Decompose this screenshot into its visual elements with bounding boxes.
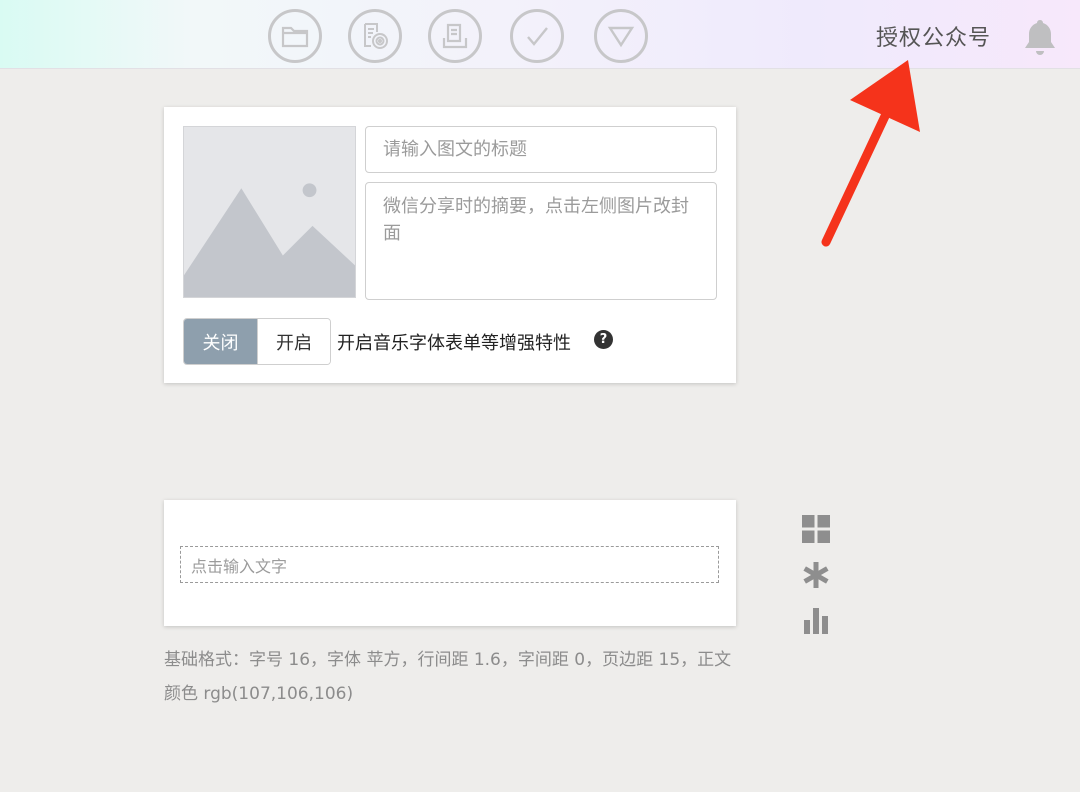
red-arrow-annotation [821, 60, 920, 247]
article-settings-card: 关闭 开启 开启音乐字体表单等增强特性 ? [164, 107, 736, 383]
bell-icon[interactable] [1022, 18, 1058, 56]
image-placeholder-icon [184, 127, 355, 297]
check-icon [527, 27, 548, 46]
article-title-input[interactable] [365, 126, 717, 173]
clipboard-button[interactable] [428, 9, 482, 63]
text-editor-card: 点击输入文字 [164, 500, 736, 626]
base-format-info: 基础格式：字号 16，字体 苹方，行间距 1.6，字间距 0，页边距 15，正文… [164, 650, 732, 704]
text-input-area[interactable]: 点击输入文字 [180, 546, 719, 583]
authorize-account-link[interactable]: 授权公众号 [876, 20, 991, 52]
folder-icon [281, 26, 309, 48]
preview-icon [364, 23, 388, 49]
asterisk-icon[interactable] [801, 560, 831, 590]
grid-icon[interactable] [801, 514, 831, 544]
text-input-placeholder: 点击输入文字 [191, 556, 288, 576]
enhance-features-label: 开启音乐字体表单等增强特性 [337, 333, 571, 354]
article-summary-input[interactable] [365, 182, 717, 300]
enhance-toggle: 关闭 开启 [183, 318, 331, 365]
preview-button[interactable] [348, 9, 402, 63]
bar-chart-icon[interactable] [801, 606, 831, 636]
dropdown-button[interactable] [594, 9, 648, 63]
triangle-down-icon [607, 26, 635, 48]
check-button[interactable] [510, 9, 564, 63]
folder-button[interactable] [268, 9, 322, 63]
clipboard-icon [442, 23, 468, 49]
toggle-on-button[interactable]: 开启 [257, 319, 330, 364]
toggle-off-button[interactable]: 关闭 [184, 319, 257, 364]
help-icon[interactable]: ? [594, 330, 613, 349]
cover-image-placeholder[interactable] [183, 126, 356, 298]
